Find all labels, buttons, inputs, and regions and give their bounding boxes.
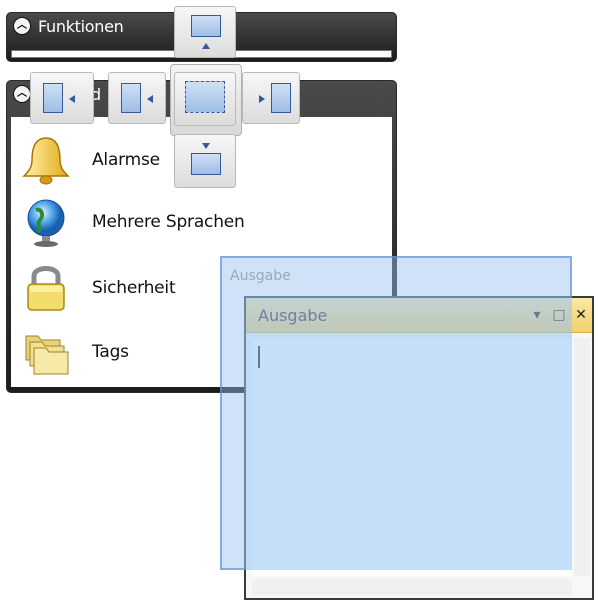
arrow-left-icon: [147, 95, 153, 103]
arrow-down-icon: [202, 143, 210, 149]
dock-top-target[interactable]: [174, 6, 236, 58]
list-item-label: Mehrere Sprachen: [92, 212, 245, 232]
vertical-scrollbar[interactable]: [574, 338, 590, 576]
bell-icon: [20, 134, 72, 186]
maximize-icon[interactable]: □: [548, 307, 570, 323]
arrow-left-icon: [69, 95, 75, 103]
list-item-tags[interactable]: Tags: [20, 326, 129, 378]
globe-icon: [20, 196, 72, 248]
output-title: Ausgabe: [258, 305, 328, 325]
list-item-label: Alarmse: [92, 150, 160, 170]
folders-icon: [20, 326, 72, 378]
list-item-label: Sicherheit: [92, 278, 176, 298]
collapse-icon[interactable]: ︿: [13, 17, 31, 35]
output-text-area[interactable]: [252, 338, 572, 576]
list-item-alarms[interactable]: Alarmse: [20, 134, 160, 186]
window-menu-icon[interactable]: ▾: [526, 307, 548, 323]
collapse-icon[interactable]: ︿: [13, 85, 31, 103]
list-item-label: Tags: [92, 342, 129, 362]
arrow-right-icon: [259, 95, 265, 103]
text-caret: [258, 346, 260, 368]
list-item-languages[interactable]: Mehrere Sprachen: [20, 196, 245, 248]
horizontal-scrollbar[interactable]: [252, 579, 572, 595]
arrow-up-icon: [202, 43, 210, 49]
functions-panel-title: Funktionen: [38, 16, 124, 36]
dock-center-target[interactable]: [174, 72, 236, 126]
padlock-icon: [20, 262, 72, 314]
close-icon[interactable]: ✕: [570, 307, 592, 323]
dock-left-inner-target[interactable]: [108, 72, 166, 124]
list-item-security[interactable]: Sicherheit: [20, 262, 176, 314]
dock-left-outer-target[interactable]: [30, 72, 94, 124]
output-titlebar[interactable]: Ausgabe ▾ □ ✕: [246, 298, 592, 333]
ghost-window-title: Ausgabe: [230, 268, 291, 284]
output-tool-window[interactable]: Ausgabe ▾ □ ✕: [244, 296, 594, 600]
dock-bottom-target[interactable]: [174, 134, 236, 188]
dock-right-target[interactable]: [242, 72, 300, 124]
